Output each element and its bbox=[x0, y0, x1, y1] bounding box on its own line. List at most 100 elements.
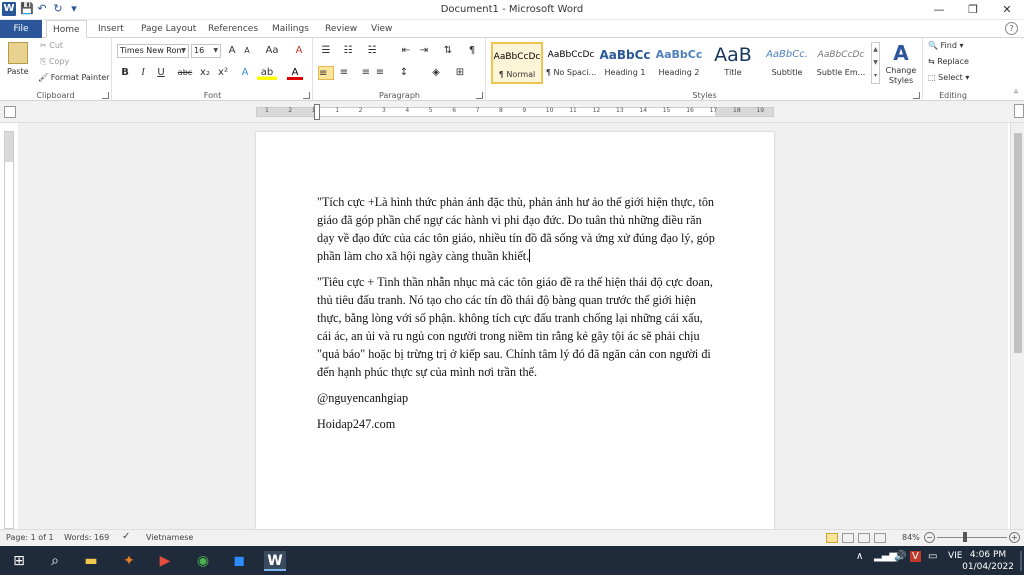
scrollbar-thumb[interactable] bbox=[1014, 133, 1022, 353]
paste-icon[interactable] bbox=[8, 42, 28, 64]
zoom-out-button[interactable]: − bbox=[924, 532, 935, 543]
styles-launcher-icon[interactable] bbox=[913, 92, 920, 99]
minimize-button[interactable]: — bbox=[922, 0, 956, 20]
vertical-ruler[interactable] bbox=[4, 131, 14, 529]
select-button[interactable]: ⬚ Select ▾ bbox=[928, 73, 969, 82]
align-right-button[interactable]: ≡ bbox=[354, 66, 370, 80]
style-no-spacing[interactable]: AaBbCcDc ¶ No Spaci... bbox=[545, 42, 597, 84]
outline-icon[interactable] bbox=[874, 533, 886, 543]
tray-overflow-icon[interactable]: ∧ bbox=[856, 551, 863, 562]
font-launcher-icon[interactable] bbox=[303, 92, 310, 99]
style-heading-1[interactable]: AaBbCc Heading 1 bbox=[599, 42, 651, 84]
close-button[interactable]: ✕ bbox=[990, 0, 1024, 20]
paste-button[interactable]: Paste bbox=[7, 67, 29, 76]
shading-button[interactable]: ◈ bbox=[428, 66, 444, 80]
shrink-font-button[interactable]: A bbox=[239, 44, 255, 58]
paragraph-author[interactable]: @nguyencanhgiap bbox=[317, 389, 717, 407]
antivirus-icon[interactable]: V bbox=[910, 551, 921, 562]
horizontal-ruler[interactable]: 1 2 1 1 2 3 4 5 6 7 8 9 10 11 12 13 14 15 16 17 18 19 bbox=[256, 104, 774, 120]
cut-button[interactable]: ✂ Cut bbox=[40, 41, 63, 50]
zoom-slider-thumb[interactable] bbox=[963, 532, 967, 542]
tab-references[interactable]: References bbox=[202, 20, 264, 38]
style-title[interactable]: AaB Title bbox=[707, 42, 759, 84]
view-ruler-icon[interactable] bbox=[1014, 104, 1024, 118]
battery-icon[interactable]: ▭ bbox=[928, 551, 937, 562]
decrease-indent-button[interactable]: ⇤ bbox=[398, 44, 414, 58]
tab-mailings[interactable]: Mailings bbox=[266, 20, 315, 38]
start-icon[interactable]: ⊞ bbox=[8, 551, 30, 571]
help-icon[interactable]: ? bbox=[1005, 22, 1018, 35]
highlight-button[interactable]: ab bbox=[257, 66, 277, 80]
numbering-button[interactable]: ☷ bbox=[340, 44, 356, 58]
styles-scroll-icon[interactable]: ▲ ▼ ▾ bbox=[871, 42, 880, 84]
tab-home[interactable]: Home bbox=[46, 20, 87, 38]
zoom-level[interactable]: 84% bbox=[902, 533, 920, 542]
proofing-icon[interactable]: ✓ bbox=[122, 531, 130, 542]
subscript-button[interactable]: x₂ bbox=[197, 66, 213, 80]
replace-button[interactable]: ⇆ Replace bbox=[928, 57, 969, 66]
document-body[interactable]: "Tích cực +Là hình thức phản ánh đặc thù… bbox=[317, 193, 717, 441]
paragraph-launcher-icon[interactable] bbox=[476, 92, 483, 99]
superscript-button[interactable]: x² bbox=[215, 66, 231, 80]
increase-indent-button[interactable]: ⇥ bbox=[416, 44, 432, 58]
word-count[interactable]: Words: 169 bbox=[64, 533, 109, 542]
show-desktop-button[interactable] bbox=[1020, 551, 1022, 571]
change-styles-button[interactable]: Change Styles bbox=[884, 66, 918, 86]
volume-icon[interactable]: 🔊 bbox=[894, 551, 906, 562]
collapse-ribbon-icon[interactable]: ▵ bbox=[1014, 86, 1018, 95]
clipboard-launcher-icon[interactable] bbox=[102, 92, 109, 99]
underline-button[interactable]: U bbox=[153, 66, 169, 80]
style-subtitle[interactable]: AaBbCc. Subtitle bbox=[761, 42, 813, 84]
customize-qat-icon[interactable]: ▾ bbox=[68, 3, 80, 15]
word-taskbar-icon[interactable]: W bbox=[264, 551, 286, 571]
font-family-select[interactable]: Times New Rom ▼ bbox=[117, 44, 189, 58]
tab-insert[interactable]: Insert bbox=[92, 20, 130, 38]
format-painter-button[interactable]: 🖌 Format Painter bbox=[38, 73, 109, 82]
web-layout-icon[interactable] bbox=[858, 533, 870, 543]
app-icon[interactable]: ✦ bbox=[118, 551, 140, 571]
tab-selector-icon[interactable] bbox=[4, 106, 16, 118]
redo-icon[interactable]: ↻ bbox=[52, 3, 64, 15]
paragraph-negative[interactable]: "Tiêu cực + Tinh thần nhẫn nhục mà các t… bbox=[317, 273, 717, 381]
page-count[interactable]: Page: 1 of 1 bbox=[6, 533, 54, 542]
media-player-icon[interactable]: ▶ bbox=[154, 551, 176, 571]
style-subtle-emphasis[interactable]: AaBbCcDc Subtle Em... bbox=[815, 42, 867, 84]
change-case-button[interactable]: Aa bbox=[261, 44, 283, 58]
tab-view[interactable]: View bbox=[365, 20, 398, 38]
font-color-button[interactable]: A bbox=[287, 66, 303, 80]
paragraph-source[interactable]: Hoidap247.com bbox=[317, 415, 717, 433]
grow-font-button[interactable]: A bbox=[224, 44, 240, 58]
italic-button[interactable]: I bbox=[135, 66, 151, 80]
search-icon[interactable]: ⌕ bbox=[44, 551, 66, 571]
file-explorer-icon[interactable]: ▬ bbox=[80, 551, 102, 571]
word-app-icon[interactable]: W bbox=[2, 2, 16, 16]
multilevel-list-button[interactable]: ☵ bbox=[364, 44, 380, 58]
find-button[interactable]: 🔍 Find ▾ bbox=[928, 41, 963, 50]
tab-review[interactable]: Review bbox=[319, 20, 363, 38]
print-layout-icon[interactable] bbox=[826, 533, 838, 543]
justify-button[interactable]: ≡ bbox=[372, 66, 388, 80]
font-size-select[interactable]: 16 ▼ bbox=[191, 44, 221, 58]
tab-file[interactable]: File bbox=[0, 20, 42, 38]
zoom-app-icon[interactable]: ◼ bbox=[228, 551, 250, 571]
restore-button[interactable]: ❐ bbox=[956, 0, 990, 20]
show-marks-button[interactable]: ¶ bbox=[464, 44, 480, 58]
language-status[interactable]: Vietnamese bbox=[146, 533, 193, 542]
strikethrough-button[interactable]: abc bbox=[175, 66, 195, 80]
style-normal[interactable]: AaBbCcDc ¶ Normal bbox=[491, 42, 543, 84]
language-indicator[interactable]: VIE bbox=[948, 551, 963, 561]
paragraph-positive[interactable]: "Tích cực +Là hình thức phản ánh đặc thù… bbox=[317, 193, 717, 265]
style-heading-2[interactable]: AaBbCc Heading 2 bbox=[653, 42, 705, 84]
full-screen-icon[interactable] bbox=[842, 533, 854, 543]
zoom-in-button[interactable]: + bbox=[1009, 532, 1020, 543]
bullets-button[interactable]: ☰ bbox=[318, 44, 334, 58]
chrome-icon[interactable]: ◉ bbox=[192, 551, 214, 571]
text-effects-button[interactable]: A bbox=[237, 66, 253, 80]
center-button[interactable]: ≡ bbox=[336, 66, 352, 80]
clear-formatting-button[interactable]: A bbox=[291, 44, 307, 58]
sort-button[interactable]: ⇅ bbox=[440, 44, 456, 58]
tab-page-layout[interactable]: Page Layout bbox=[135, 20, 202, 38]
copy-button[interactable]: ⎘ Copy bbox=[40, 57, 69, 67]
line-spacing-button[interactable]: ↕ bbox=[396, 66, 412, 80]
borders-button[interactable]: ⊞ bbox=[452, 66, 468, 80]
